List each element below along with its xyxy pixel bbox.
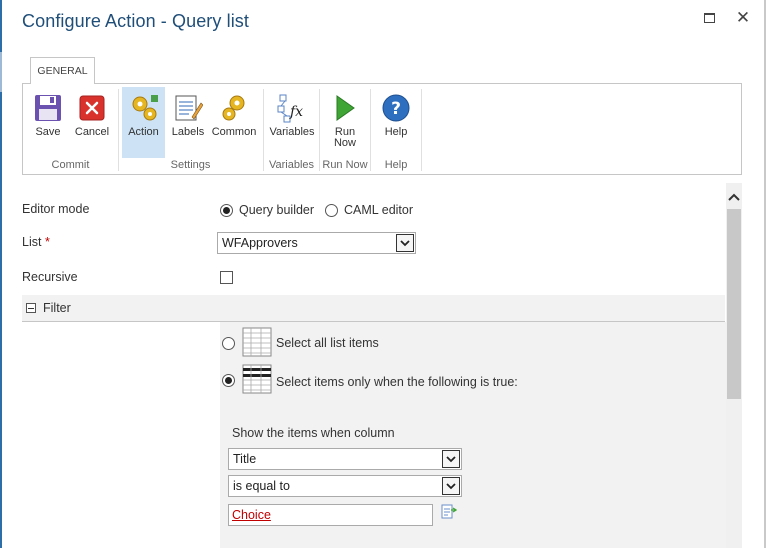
recursive-checkbox[interactable] [220,271,233,284]
cancel-button[interactable]: Cancel [71,87,113,156]
operator-select-value: is equal to [233,479,290,493]
filter-panel: Select all list items Select items only … [220,322,726,548]
ribbon-group-label: Variables [268,159,315,171]
ribbon-group-label: Settings [170,159,211,171]
ribbon-group-help: ? Help Help [371,84,421,174]
save-label: Save [35,126,61,138]
maximize-icon [703,13,715,23]
select-all-label: Select all list items [276,336,379,350]
help-button[interactable]: ? Help [374,87,418,156]
recursive-label: Recursive [22,270,78,284]
variables-label: Variables [269,126,315,138]
query-builder-radio[interactable]: Query builder [220,203,314,217]
chevron-down-icon[interactable] [442,477,460,495]
close-icon: ✕ [735,8,751,27]
action-button[interactable]: Action [122,87,165,158]
help-icon: ? [380,92,412,124]
ribbon: Save Cancel Commit Action Labels Common … [22,83,742,175]
run-now-label: Run Now [333,126,356,149]
ribbon-group-label: Commit [51,159,90,171]
svg-text:fx: fx [289,104,303,120]
cancel-label: Cancel [74,126,110,138]
list-label-text: List [22,235,42,249]
operator-select[interactable]: is equal to [228,475,462,497]
scroll-thumb[interactable] [727,209,741,399]
maximize-button[interactable] [699,8,719,28]
labels-icon [172,92,204,124]
chevron-up-icon [728,193,740,201]
ribbon-group-variables: fx Variables Variables [264,84,319,174]
editor-mode-label: Editor mode [22,202,90,216]
help-label: Help [384,126,408,138]
radio-button[interactable] [220,203,233,217]
variables-fx-icon: fx [276,92,308,124]
tab-general[interactable]: GENERAL [30,57,95,84]
select-when-radio[interactable] [222,374,235,387]
dialog-title: Configure Action - Query list [22,11,249,31]
close-button[interactable]: ✕ [733,8,753,28]
action-gears-icon [128,92,160,124]
common-label: Common [211,126,257,138]
cancel-icon [76,92,108,124]
ribbon-group-label: Run Now [322,159,368,171]
filter-section-header: Filter [22,295,725,322]
common-button[interactable]: Common [210,87,258,156]
select-when-label: Select items only when the following is … [276,375,518,389]
chevron-down-icon[interactable] [442,450,460,468]
show-items-label: Show the items when column [232,426,395,440]
save-icon [32,92,64,124]
filter-title: Filter [43,301,71,315]
column-select[interactable]: Title [228,448,462,470]
save-button[interactable]: Save [29,87,67,156]
play-icon [329,92,361,124]
query-builder-label: Query builder [239,203,315,217]
ribbon-group-commit: Save Cancel Commit [23,84,118,174]
select-all-radio[interactable] [222,337,235,350]
chevron-down-icon[interactable] [396,234,414,252]
caml-editor-label: CAML editor [344,203,414,217]
labels-label: Labels [171,126,205,138]
variables-button[interactable]: fx Variables [267,87,317,156]
vertical-scrollbar[interactable] [726,183,742,548]
ribbon-group-label: Help [384,159,408,171]
scroll-up-button[interactable] [726,187,742,207]
labels-button[interactable]: Labels [168,87,208,156]
list-grid-icon [242,327,272,357]
insert-reference-icon[interactable] [441,504,457,520]
list-label: List * [22,235,50,249]
common-gears-icon [218,92,250,124]
svg-text:?: ? [391,99,401,119]
filtered-list-icon [242,364,272,394]
radio-button[interactable] [325,203,338,217]
caml-editor-radio[interactable]: CAML editor [325,203,413,217]
run-now-button[interactable]: Run Now [323,87,367,156]
ribbon-separator [421,89,422,171]
ribbon-group-run-now: Run Now Run Now [320,84,370,174]
window-left-edge [0,0,2,548]
required-marker: * [44,235,50,249]
list-select-value: WFApprovers [222,236,298,250]
scroll-down-button[interactable] [726,540,742,548]
action-label: Action [128,126,159,138]
match-value-text[interactable]: Choice [232,508,271,522]
ribbon-group-settings: Action Labels Common Settings [119,84,262,174]
match-value-input[interactable]: Choice [228,504,433,526]
collapse-icon[interactable] [26,303,36,313]
column-select-value: Title [233,452,257,466]
list-select[interactable]: WFApprovers [217,232,416,254]
